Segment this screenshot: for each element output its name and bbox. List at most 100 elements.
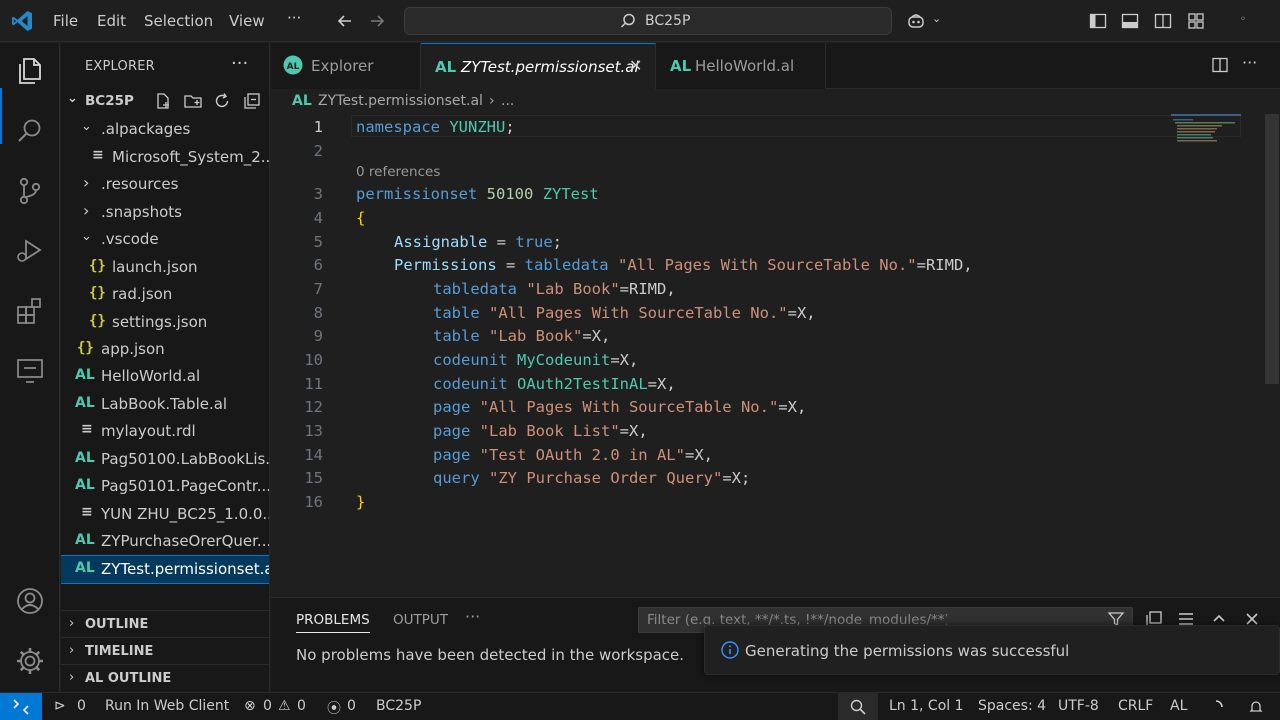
tree-folder-resources[interactable]: › .resources xyxy=(61,171,269,198)
tree-file-labbook-table-al[interactable]: AL LabBook.Table.al xyxy=(61,391,269,418)
split-editor-icon[interactable] xyxy=(1211,56,1229,74)
new-folder-icon[interactable] xyxy=(183,92,203,110)
remote-indicator[interactable] xyxy=(0,693,42,720)
toggle-panel-icon[interactable] xyxy=(1120,11,1140,31)
tree-file-zytest-permissionset[interactable]: AL ZYTest.permissionset.al xyxy=(61,555,269,584)
tab-output[interactable]: OUTPUT xyxy=(393,612,448,628)
extensions-icon[interactable] xyxy=(14,295,46,327)
tab-helloworld[interactable]: AL HelloWorld.al xyxy=(656,43,826,89)
code-line-14: page "Test OAuth 2.0 in AL"=X, xyxy=(433,446,713,464)
code-punct: =X, xyxy=(619,422,648,440)
zoom-icon xyxy=(850,699,866,715)
codelens-references[interactable]: 0 references xyxy=(356,164,440,180)
refresh-icon[interactable] xyxy=(213,92,231,110)
json-icon: {} xyxy=(77,340,94,356)
error-icon[interactable]: ⊗ xyxy=(244,698,256,714)
ports-icon[interactable]: ⊳ xyxy=(54,698,66,714)
ports-count[interactable]: 0 xyxy=(77,698,86,714)
code-line-7: tabledata "Lab Book"=RIMD, xyxy=(433,280,676,298)
chevron-right-icon: › xyxy=(69,670,75,685)
run-debug-icon[interactable] xyxy=(14,235,46,267)
tree-file-zypurchaseorder[interactable]: AL ZYPurchaseOrerQuer... xyxy=(61,528,269,555)
line-number: 16 xyxy=(304,493,323,511)
remote-explorer-icon[interactable] xyxy=(14,355,46,387)
toggle-primary-sidebar-icon[interactable] xyxy=(1088,11,1108,31)
copilot-chevron-down-icon[interactable]: ⌄ xyxy=(932,12,941,25)
tree-file-pag50101[interactable]: AL Pag50101.PageContr... xyxy=(61,473,269,500)
al-file-icon: AL xyxy=(75,560,95,576)
end-of-line[interactable]: CRLF xyxy=(1118,698,1153,714)
indentation[interactable]: Spaces: 4 xyxy=(978,698,1046,714)
tree-file-mylayout-rdl[interactable]: ≡ mylayout.rdl xyxy=(61,418,269,445)
error-count[interactable]: 0 xyxy=(263,698,272,714)
tree-item-label: settings.json xyxy=(112,313,208,331)
warning-count[interactable]: 0 xyxy=(297,698,306,714)
copilot-icon[interactable] xyxy=(906,11,926,31)
tree-file-pag50100[interactable]: AL Pag50100.LabBookLis... xyxy=(61,446,269,473)
run-in-web-client[interactable]: Run In Web Client xyxy=(105,698,229,714)
warning-icon[interactable]: ⚠ xyxy=(278,698,291,714)
outline-section[interactable]: › OUTLINE xyxy=(61,610,269,637)
editor-more-actions-button[interactable]: ··· xyxy=(1242,53,1257,72)
accounts-icon[interactable] xyxy=(14,585,46,617)
line-number: 6 xyxy=(313,256,323,274)
forward-arrow-icon[interactable] xyxy=(368,12,386,30)
explorer-more-button[interactable]: ··· xyxy=(231,53,248,74)
tree-file-launch-json[interactable]: {} launch.json xyxy=(61,254,269,281)
menu-more-button[interactable]: ··· xyxy=(287,9,301,27)
source-control-icon[interactable] xyxy=(14,175,46,207)
tree-folder-vscode[interactable]: ⌄ .vscode xyxy=(61,226,269,253)
menu-view[interactable]: View xyxy=(229,12,265,30)
notifications-bell-icon[interactable] xyxy=(1248,699,1264,715)
editor-scrollbar[interactable] xyxy=(1265,114,1279,384)
cursor-position[interactable]: Ln 1, Col 1 xyxy=(889,698,964,714)
menu-edit[interactable]: Edit xyxy=(97,12,126,30)
tab-problems[interactable]: PROBLEMS xyxy=(296,612,370,633)
window-control-icon[interactable]: ◦ xyxy=(1240,14,1246,25)
code-punct: =X, xyxy=(684,446,713,464)
code-identifier: MyCodeunit xyxy=(517,351,611,369)
toggle-secondary-sidebar-icon[interactable] xyxy=(1153,11,1173,31)
zoom-button[interactable] xyxy=(838,693,878,720)
settings-gear-icon[interactable] xyxy=(14,645,46,677)
collapse-all-icon[interactable] xyxy=(243,92,261,110)
encoding[interactable]: UTF-8 xyxy=(1058,698,1099,714)
menu-file[interactable]: File xyxy=(53,12,78,30)
tree-folder-snapshots[interactable]: › .snapshots xyxy=(61,199,269,226)
breadcrumb-file[interactable]: ZYTest.permissionset.al xyxy=(318,93,483,109)
search-icon[interactable] xyxy=(14,115,46,147)
tree-item-label: mylayout.rdl xyxy=(101,422,196,440)
tree-file-settings-json[interactable]: {} settings.json xyxy=(61,309,269,336)
command-center-search[interactable]: BC25P xyxy=(404,7,892,35)
problems-message: No problems have been detected in the wo… xyxy=(296,646,685,664)
code-editor[interactable]: 1 2 3 4 5 6 7 8 9 10 11 12 13 14 15 16 n… xyxy=(271,114,1280,596)
breadcrumb-more[interactable]: ... xyxy=(501,93,514,109)
tree-file-app-json[interactable]: {} app.json xyxy=(61,336,269,363)
new-file-icon[interactable] xyxy=(154,92,172,110)
radio-tower-icon[interactable]: ⦿ xyxy=(327,698,341,718)
tree-item-label: Microsoft_System_2... xyxy=(112,148,270,166)
panel-more-button[interactable]: ··· xyxy=(465,607,480,626)
minimap[interactable] xyxy=(1171,114,1261,154)
line-number: 13 xyxy=(304,422,323,440)
tree-folder-alpackages[interactable]: ⌄ .alpackages xyxy=(61,116,269,143)
tab-explorer[interactable]: AL Explorer xyxy=(271,43,421,89)
radio-count[interactable]: 0 xyxy=(347,698,356,714)
al-outline-section[interactable]: › AL OUTLINE xyxy=(61,664,269,691)
language-mode[interactable]: AL xyxy=(1170,698,1187,714)
tree-file-microsoft-system[interactable]: ≡ Microsoft_System_2... xyxy=(61,144,270,171)
back-arrow-icon[interactable] xyxy=(336,12,354,30)
menu-selection[interactable]: Selection xyxy=(144,12,213,30)
search-icon xyxy=(620,13,635,28)
tree-file-yunzhu-app[interactable]: ≡ YUN ZHU_BC25_1.0.0.... xyxy=(61,501,269,528)
tab-zytest-permissionset[interactable]: AL ZYTest.permissionset.al ✕ xyxy=(421,43,656,89)
close-icon[interactable]: ✕ xyxy=(629,56,642,75)
customize-layout-icon[interactable] xyxy=(1186,11,1206,31)
workspace-name[interactable]: BC25P xyxy=(376,698,421,714)
tree-file-rad-json[interactable]: {} rad.json xyxy=(61,281,269,308)
code-keyword: page xyxy=(433,422,471,440)
timeline-section[interactable]: › TIMELINE xyxy=(61,637,269,664)
notification-toast[interactable]: Generating the permissions was successfu… xyxy=(704,625,1280,675)
tree-file-helloworld-al[interactable]: AL HelloWorld.al xyxy=(61,363,269,390)
explorer-files-icon[interactable] xyxy=(14,55,46,87)
